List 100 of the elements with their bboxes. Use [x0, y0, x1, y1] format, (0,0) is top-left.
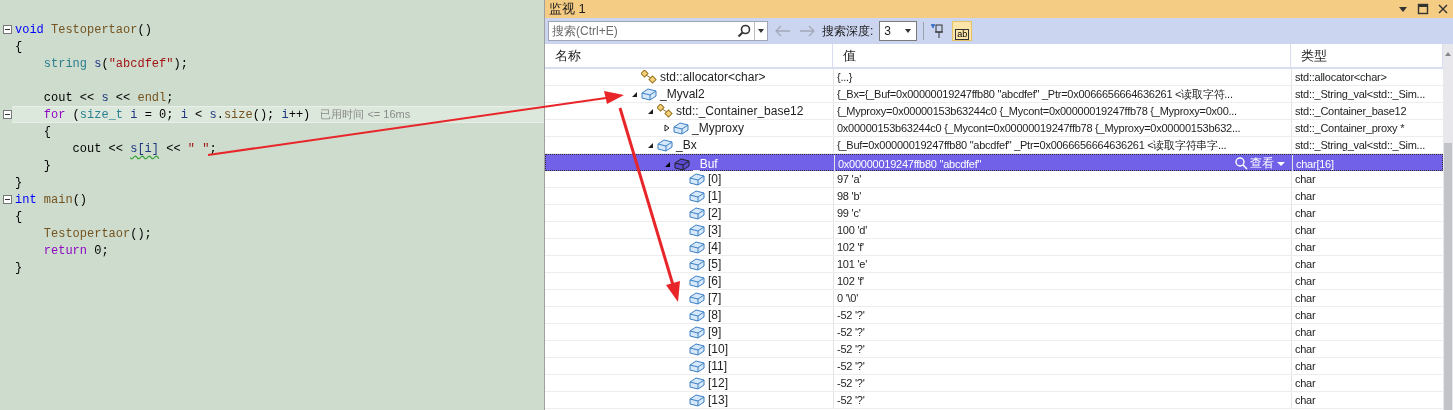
fold-toggle[interactable]	[3, 110, 12, 119]
caret-icon[interactable]	[757, 28, 765, 34]
variable-value: -52 '?'	[837, 377, 865, 389]
watch-row[interactable]: [2] 99 'c' char	[545, 205, 1443, 222]
code-line: for (size_t i = 0; i < s.size(); i++)	[42, 107, 311, 122]
code-line: {	[42, 124, 51, 139]
maximize-icon[interactable]	[1417, 3, 1429, 15]
variable-value: 102 'f'	[837, 241, 864, 253]
variable-value: 97 'a'	[837, 173, 862, 185]
variable-type: std::allocator<char>	[1295, 71, 1387, 83]
variable-value: 0 '\0'	[837, 292, 859, 304]
watch-row[interactable]: [13] -52 '?' char	[545, 392, 1443, 409]
variable-name: [7]	[708, 291, 722, 305]
variable-value: 101 'e'	[837, 258, 867, 270]
view-button[interactable]: 查看	[1235, 155, 1286, 172]
variable-type: char	[1295, 343, 1316, 355]
variable-name: _Bx	[676, 138, 697, 152]
code-line: }	[15, 260, 23, 275]
variable-name: [9]	[708, 325, 722, 339]
code-line: Testopertaor();	[42, 226, 152, 241]
field-icon	[673, 121, 689, 135]
variable-name: [3]	[708, 223, 722, 237]
field-icon	[689, 240, 705, 254]
variable-type: std::_Container_base12	[1295, 105, 1407, 117]
caret-icon[interactable]	[904, 28, 913, 34]
variable-name: [13]	[708, 393, 728, 407]
variable-type: char	[1295, 360, 1316, 372]
field-icon	[689, 189, 705, 203]
variable-type: char	[1295, 224, 1316, 236]
field-icon	[657, 138, 673, 152]
column-header[interactable]: 值	[833, 44, 1291, 67]
code-line: {	[15, 209, 23, 224]
watch-row[interactable]: std::allocator<char> {...} std::allocator<char>	[545, 69, 1443, 86]
selected-watch-row[interactable]: _Buf 0x00000019247ffb80 "abcdfef" 查看 char[16]	[545, 154, 1443, 171]
code-line: cout << s << endl;	[42, 90, 174, 105]
variable-name: [11]	[708, 359, 728, 373]
variable-type: char	[1295, 173, 1316, 185]
watch-row[interactable]: [8] -52 '?' char	[545, 307, 1443, 324]
variable-value: 100 'd'	[837, 224, 867, 236]
hex-toggle[interactable]: ab	[952, 21, 973, 41]
watch-row[interactable]: [11] -52 '?' char	[545, 358, 1443, 375]
code-line: int main()	[15, 192, 88, 207]
column-header[interactable]: 名称	[545, 44, 833, 67]
search-field[interactable]: 搜索(Ctrl+E)	[549, 24, 737, 38]
code-line: return 0;	[42, 243, 109, 258]
variable-value: -52 '?'	[837, 343, 865, 355]
watch-row[interactable]: [6] 102 'f' char	[545, 273, 1443, 290]
watch-row[interactable]: [3] 100 'd' char	[545, 222, 1443, 239]
watch-row[interactable]: [9] -52 '?' char	[545, 324, 1443, 341]
scroll-up-icon[interactable]	[1444, 50, 1452, 58]
fold-toggle[interactable]	[3, 195, 12, 204]
watch-row[interactable]: [12] -52 '?' char	[545, 375, 1443, 392]
variable-type: char	[1295, 241, 1316, 253]
field-icon	[689, 308, 705, 322]
variable-value: -52 '?'	[837, 394, 865, 406]
variable-name: [8]	[708, 308, 722, 322]
variable-value: 99 'c'	[837, 207, 861, 219]
watch-row[interactable]: std::_Container_base12 {_Myproxy=0x00000153b63244c0 {_Mycont=0x00000019247ffb78 {_Myproxy=0x00... std::_Container_base12	[545, 103, 1443, 120]
variable-type: char[16]	[1296, 157, 1334, 170]
scrollbar[interactable]	[1443, 44, 1453, 410]
field-icon	[689, 359, 705, 373]
variable-name: [0]	[708, 172, 722, 186]
code-line: }	[15, 175, 23, 190]
variable-type: char	[1295, 275, 1316, 287]
variable-name: std::allocator<char>	[660, 70, 766, 84]
variable-name: [6]	[708, 274, 722, 288]
dropdown-button[interactable]	[754, 22, 767, 40]
variable-value: {_Buf=0x00000019247ffb80 "abcdfef" _Ptr=0x0066656664636261 <读取字符串字...	[837, 137, 1227, 153]
hierarchy-icon	[641, 70, 657, 84]
variable-type: char	[1295, 309, 1316, 321]
variable-name: [12]	[708, 376, 728, 390]
field-icon	[689, 342, 705, 356]
variable-type: std::_Container_proxy *	[1295, 122, 1405, 134]
variable-type: char	[1295, 326, 1316, 338]
variable-value: {_Bx={_Buf=0x00000019247ffb80 "abcdfef" _Ptr=0x0066656664636261 <读取字符...	[837, 86, 1233, 102]
watch-row[interactable]: [7] 0 '\0' char	[545, 290, 1443, 307]
search-icon[interactable]	[737, 24, 751, 38]
variable-type: char	[1295, 394, 1316, 406]
search-depth-label: 搜索深度:	[822, 22, 874, 40]
search-box[interactable]: 搜索(Ctrl+E)	[548, 21, 768, 41]
watch-row[interactable]: _Myproxy 0x00000153b63244c0 {_Mycont=0x00000019247ffb78 {_Myproxy=0x00000153b632... std::_Container_proxy *	[545, 120, 1443, 137]
variable-value: 0x00000019247ffb80 "abcdfef"	[838, 157, 982, 170]
close-icon[interactable]	[1437, 3, 1449, 15]
variable-type: char	[1295, 207, 1316, 219]
field-icon	[689, 325, 705, 339]
variable-type: char	[1295, 292, 1316, 304]
variable-value: 0x00000153b63244c0 {_Mycont=0x00000019247ffb78 {_Myproxy=0x00000153b632...	[837, 122, 1241, 134]
watch-row[interactable]: [1] 98 'b' char	[545, 188, 1443, 205]
code-line: cout << s[i] << " ";	[71, 141, 217, 156]
watch-row[interactable]: [0] 97 'a' char	[545, 171, 1443, 188]
field-icon	[689, 223, 705, 237]
field-icon	[689, 274, 705, 288]
variable-name: [5]	[708, 257, 722, 271]
watch-row[interactable]: [10] -52 '?' char	[545, 341, 1443, 358]
watch-row[interactable]: [5] 101 'e' char	[545, 256, 1443, 273]
code-line: {	[15, 39, 23, 54]
variable-name: _Buf	[693, 156, 718, 171]
depth-select[interactable]: 3	[879, 21, 918, 41]
watch-row[interactable]: [4] 102 'f' char	[545, 239, 1443, 256]
fold-toggle[interactable]	[3, 25, 12, 34]
